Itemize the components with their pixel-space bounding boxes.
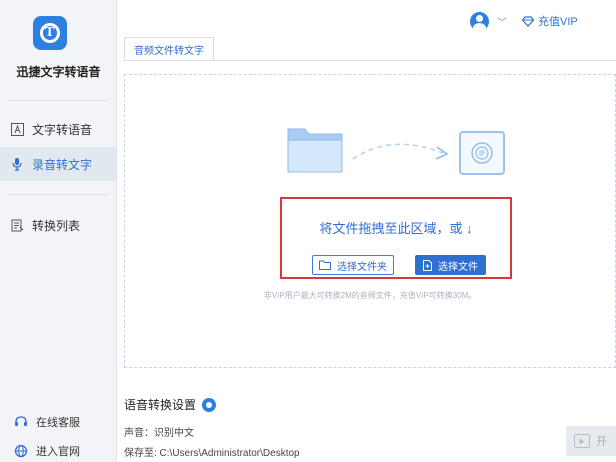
online-support-link[interactable]: 在线客服 [14,414,80,430]
file-drop-zone[interactable]: 将文件拖拽至此区域，或 ↓ 选择文件夹 选择文件 非VIP用户最大可转换2M的音… [124,74,616,368]
text-a-icon [10,122,24,136]
folder-icon [287,128,343,173]
conversion-settings-heading: 语音转换设置 [124,396,217,413]
highlight-frame: 将文件拖拽至此区域，或 ↓ 选择文件夹 选择文件 [280,197,512,279]
official-site-link[interactable]: 进入官网 [14,443,80,459]
settings-gear-icon[interactable] [202,397,217,412]
tab-audio-to-text[interactable]: 音频文件转文字 [124,37,214,61]
sidebar: T 迅捷文字转语音 文字转语音 录音转文字 转换列表 在线客服 进入官网 [0,0,117,462]
sidebar-item-text-to-speech[interactable]: 文字转语音 [0,112,117,146]
app-logo-icon: T [33,16,67,50]
official-site-label: 进入官网 [36,446,80,458]
user-avatar-icon[interactable] [470,12,489,31]
sidebar-item-label: 文字转语音 [32,122,93,137]
size-limit-note: 非VIP用户最大可转换2M的音频文件，充值VIP可转换30M。 [263,291,477,300]
start-label: 开 [596,436,607,448]
dashed-arrow-icon [352,143,449,160]
sidebar-item-label: 转换列表 [32,218,81,233]
select-file-label: 选择文件 [438,261,478,273]
top-bar: ﹀ 充值VIP [117,0,616,40]
select-file-button[interactable]: 选择文件 [415,255,486,275]
select-folder-button[interactable]: 选择文件夹 [312,255,394,275]
folder-outline-icon [319,260,331,270]
tab-divider [124,60,616,61]
list-icon [10,218,24,232]
sidebar-item-label: 录音转文字 [32,157,93,172]
drop-prompt: 将文件拖拽至此区域，或 ↓ [319,221,473,236]
microphone-icon [10,157,24,171]
start-conversion-button[interactable]: 开 [566,426,616,456]
online-support-label: 在线客服 [36,417,80,429]
file-icon [423,259,432,271]
headset-icon [14,415,28,429]
app-name: 迅捷文字转语音 [16,65,101,79]
select-folder-label: 选择文件夹 [337,261,387,273]
recharge-vip-button[interactable]: 充值VIP [522,13,578,29]
audio-file-icon [459,131,505,175]
chevron-down-icon[interactable]: ﹀ [497,14,507,29]
diamond-icon [522,15,534,27]
settings-title: 语音转换设置 [124,398,197,412]
sidebar-divider [8,100,109,101]
app-window: T 迅捷文字转语音 文字转语音 录音转文字 转换列表 在线客服 进入官网 ﹀ 充… [0,0,616,462]
sidebar-item-audio-to-text[interactable]: 录音转文字 [0,147,117,181]
sidebar-item-conversion-list[interactable]: 转换列表 [0,208,117,242]
play-icon [574,434,590,448]
save-path-setting: 保存至: C:\Users\Administrator\Desktop [124,448,300,459]
sidebar-divider [8,194,109,195]
vip-label: 充值VIP [538,16,578,28]
voice-setting: 声音：识别中文 [124,428,194,439]
globe-icon [14,444,28,458]
